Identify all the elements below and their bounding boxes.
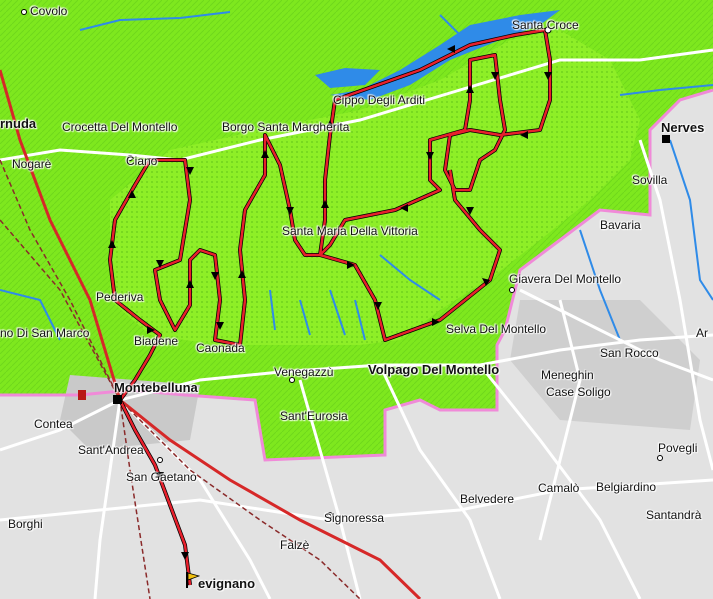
place-label[interactable]: no Di San Marco <box>0 326 89 340</box>
place-label[interactable]: evignano <box>198 576 255 591</box>
map-view[interactable]: Covolo rnuda Crocetta Del Montello Borgo… <box>0 0 713 599</box>
place-label[interactable]: San Gaetano <box>126 470 197 484</box>
place-label[interactable]: Santandrà <box>646 508 701 522</box>
place-label[interactable]: Santa Maria Della Vittoria <box>282 224 418 238</box>
place-label[interactable]: Sant'Eurosia <box>280 409 348 423</box>
place-label[interactable]: Nogarè <box>12 157 51 171</box>
place-label[interactable]: Selva Del Montello <box>446 322 546 336</box>
place-label[interactable]: Volpago Del Montello <box>368 362 499 377</box>
place-label[interactable]: Sant'Andrea <box>78 443 144 457</box>
place-label[interactable]: Caonada <box>196 341 245 355</box>
place-label[interactable]: rnuda <box>0 116 36 131</box>
place-label[interactable]: Ciano <box>126 154 157 168</box>
place-label[interactable]: Biadene <box>134 334 178 348</box>
place-label[interactable]: Crocetta Del Montello <box>62 120 177 134</box>
place-label[interactable]: Bavaria <box>600 218 641 232</box>
place-label[interactable]: Belvedere <box>460 492 514 506</box>
place-label[interactable]: Cippo Degli Arditi <box>333 93 425 107</box>
place-label[interactable]: Montebelluna <box>114 380 198 395</box>
place-label[interactable]: Nerves <box>661 120 704 135</box>
place-label[interactable]: Borghi <box>8 517 43 531</box>
place-label[interactable]: Sovilla <box>632 173 667 187</box>
place-label[interactable]: Signoressa <box>324 511 384 525</box>
place-label[interactable]: Giavera Del Montello <box>509 272 621 286</box>
place-label[interactable]: Pederiva <box>96 290 143 304</box>
place-label[interactable]: Belgiardino <box>596 480 656 494</box>
place-label[interactable]: San Rocco <box>600 346 659 360</box>
place-label[interactable]: Santa Croce <box>512 18 579 32</box>
place-label[interactable]: Case Soligo <box>546 385 611 399</box>
place-label[interactable]: Venegazzù <box>274 365 333 379</box>
place-label[interactable]: Covolo <box>30 4 67 18</box>
place-label[interactable]: Meneghin <box>541 368 594 382</box>
place-label[interactable]: Povegli <box>658 441 697 455</box>
place-label[interactable]: Contea <box>34 417 73 431</box>
place-label[interactable]: Borgo Santa Margherita <box>222 120 349 134</box>
place-label[interactable]: Camalò <box>538 481 579 495</box>
place-label[interactable]: Falzè <box>280 538 309 552</box>
place-label[interactable]: Ar <box>696 326 708 340</box>
